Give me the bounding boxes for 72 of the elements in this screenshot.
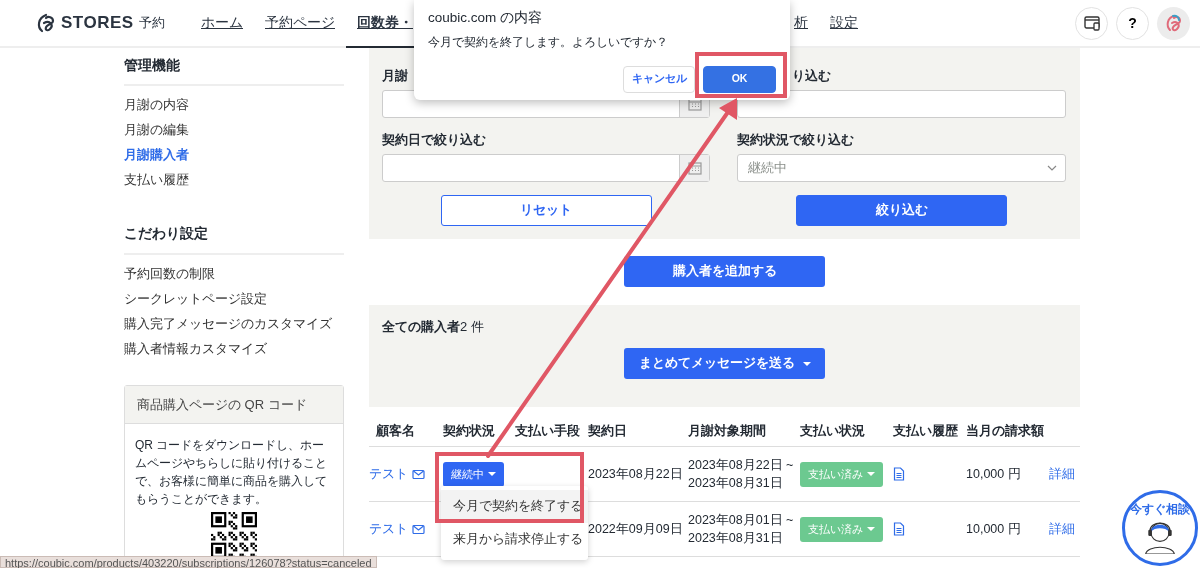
- table-cell-text: 2023年08月01日 ~ 2023年08月31日: [688, 512, 794, 547]
- sidebar-link[interactable]: 月謝購入者: [124, 142, 344, 168]
- column-header: 支払い履歴: [893, 423, 966, 447]
- document-icon: [893, 522, 905, 536]
- mail-icon: [412, 468, 425, 480]
- sidebar-link[interactable]: 購入者情報カスタマイズ: [124, 335, 344, 361]
- table-cell-text: 10,000 円: [966, 465, 1021, 483]
- caret-icon: [488, 472, 496, 476]
- window-icon: [1083, 15, 1100, 31]
- column-header: 月謝対象期間: [688, 423, 800, 447]
- logo-suffix: 予約: [138, 14, 165, 33]
- ok-button[interactable]: OK: [703, 65, 776, 93]
- sidebar-link[interactable]: 購入完了メッセージのカスタマイズ: [124, 310, 344, 336]
- column-header: 支払い状況: [800, 423, 893, 447]
- section-title: こだわり設定: [124, 216, 344, 255]
- detail-link[interactable]: 詳細: [1049, 464, 1075, 484]
- add-purchaser-button[interactable]: 購入者を追加する: [624, 256, 825, 287]
- sidebar-link[interactable]: シークレットページ設定: [124, 285, 344, 311]
- sidebar-link[interactable]: 予約回数の制限: [124, 260, 344, 286]
- qr-code: [211, 512, 257, 558]
- table-cell-text: 10,000 円: [966, 520, 1021, 538]
- account-button[interactable]: [1157, 6, 1190, 40]
- nav-tab[interactable]: ホーム: [190, 0, 254, 48]
- customer-link[interactable]: テスト: [369, 519, 408, 539]
- table-cell-text: 2023年08月22日: [588, 465, 683, 483]
- caret-icon: [867, 472, 875, 476]
- input-field[interactable]: [737, 90, 1066, 118]
- calendar-icon: [687, 161, 702, 175]
- mail-icon: [412, 523, 425, 535]
- caret-icon: [802, 361, 811, 366]
- calendar-icon: [687, 97, 702, 111]
- nav-tab[interactable]: 予約ページ: [254, 0, 346, 48]
- sidebar-link[interactable]: 月謝の内容: [124, 92, 344, 118]
- payment-history-link[interactable]: [893, 522, 905, 536]
- field-label: 契約状況で絞り込む: [737, 132, 854, 149]
- column-header: 支払い手段: [515, 423, 588, 447]
- cancel-button[interactable]: キャンセル: [623, 65, 695, 93]
- dialog-title: coubic.com の内容: [428, 9, 544, 27]
- field-label: 契約日で絞り込む: [382, 132, 486, 149]
- status-dropdown[interactable]: 継続中: [443, 461, 504, 487]
- preview-button[interactable]: [1075, 6, 1108, 40]
- section-title: 管理機能: [124, 48, 344, 87]
- column-header: 契約状況: [443, 423, 515, 447]
- document-icon: [893, 467, 905, 481]
- sidebar-link[interactable]: 月謝の編集: [124, 117, 344, 143]
- date-field[interactable]: [382, 154, 710, 182]
- send-message-button[interactable]: まとめてメッセージを送る: [624, 348, 825, 379]
- card-text: QR コードをダウンロードし、ホームページやちらしに貼り付けることで、お客様に簡単に商品を購入してもらうことができます。: [135, 437, 328, 508]
- customer-link[interactable]: テスト: [369, 464, 408, 484]
- purchaser-count: 全ての購入者2 件: [382, 318, 485, 335]
- chevron-icon: [1047, 165, 1057, 171]
- field-label: 月謝: [382, 68, 408, 85]
- card-header: 商品購入ページの QR コード: [125, 385, 343, 424]
- column-header: 当月の請求額: [966, 423, 1049, 447]
- help-button[interactable]: ?: [1116, 6, 1149, 40]
- reset-button[interactable]: リセット: [440, 195, 652, 226]
- column-header: 契約日: [588, 423, 688, 447]
- field-label: り込む: [792, 68, 831, 85]
- menu-item[interactable]: 来月から請求停止する: [441, 523, 588, 556]
- logo-icon: [36, 12, 56, 34]
- sidebar-link[interactable]: 支払い履歴: [124, 167, 344, 193]
- payment-history-link[interactable]: [893, 467, 905, 481]
- caret-icon: [867, 527, 875, 531]
- column-header: 顧客名: [369, 423, 443, 447]
- status-select[interactable]: 継続中: [737, 154, 1066, 182]
- nav-tab[interactable]: 設定: [819, 0, 869, 48]
- table-cell-text: 2022年09月09日: [588, 520, 683, 538]
- logo-text: STORES: [61, 12, 134, 35]
- filter-button[interactable]: 絞り込む: [796, 195, 1007, 226]
- dialog-message: 今月で契約を終了します。よろしいですか？: [428, 35, 669, 51]
- detail-link[interactable]: 詳細: [1049, 519, 1075, 539]
- table-cell-text: 2023年08月22日 ~ 2023年08月31日: [688, 457, 794, 492]
